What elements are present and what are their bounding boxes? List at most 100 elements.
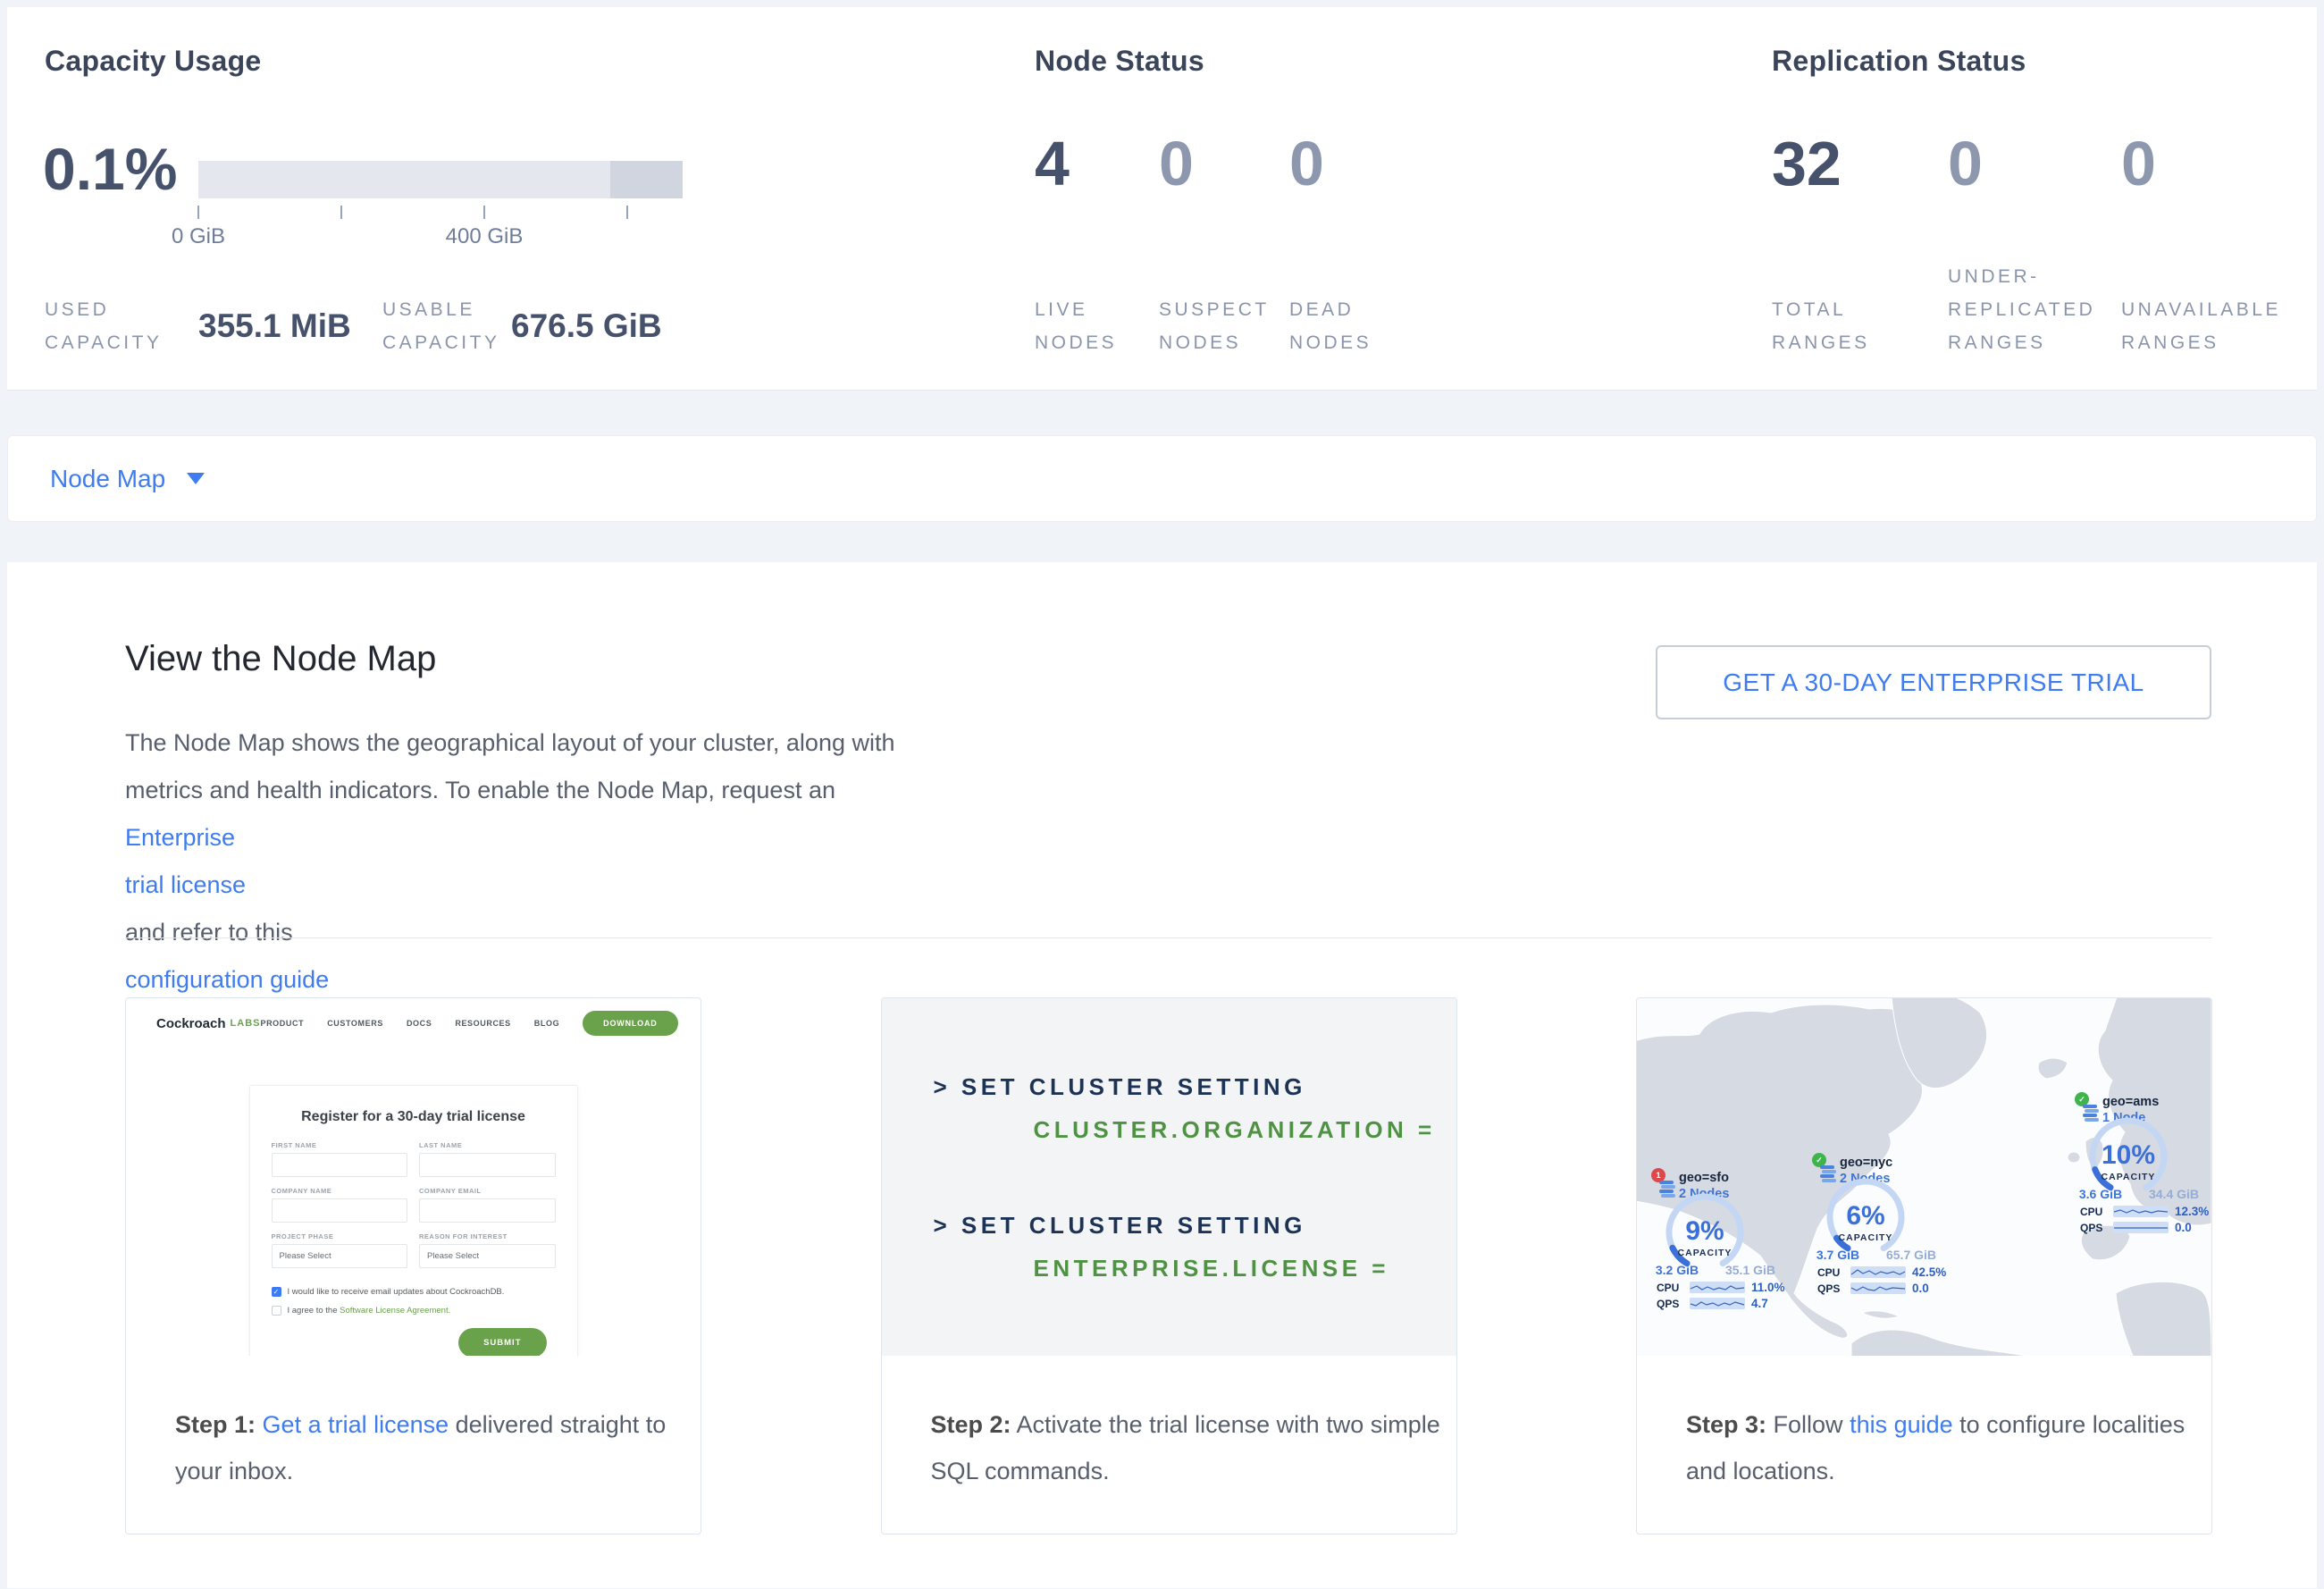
minisite-nav-blog[interactable]: BLOG [534,1019,559,1028]
total-capacity: 65.7 GiB [1871,1248,1951,1262]
step2-prefix: Step 2: [931,1411,1011,1438]
minisite-nav-product[interactable]: PRODUCT [260,1019,304,1028]
under-replicated-ranges-label: UNDER-REPLICATED RANGES [1948,260,2122,359]
step2-card: > SET CLUSTER SETTING CLUSTER.ORGANIZATI… [881,997,1457,1534]
qps-sparkline [2113,1222,2169,1233]
company-email-field[interactable] [419,1198,556,1223]
minisite-nav-docs[interactable]: DOCS [407,1019,432,1028]
cpu-sparkline [1850,1266,1906,1278]
submit-button[interactable]: SUBMIT [458,1328,546,1356]
node-locality: geo=sfo [1679,1171,1729,1185]
sql-command-1: > SET CLUSTER SETTING [934,1073,1306,1101]
sql-command-2: > SET CLUSTER SETTING [934,1212,1306,1240]
software-license-agreement-link[interactable]: Software License Agreement. [340,1306,450,1316]
capacity-percent: 9% [1685,1216,1724,1246]
intro-line3-text: and refer to this [125,909,1010,956]
company-name-field[interactable] [272,1198,408,1223]
step1-thumbnail: Cockroach LABS PRODUCT CUSTOMERS DOCS RE… [126,998,701,1356]
capacity-label: CAPACITY [1678,1248,1733,1258]
company-name-label: COMPANY NAME [272,1187,408,1195]
cpu-value: 11.0% [1751,1281,1785,1294]
minisite-download-button[interactable]: DOWNLOAD [583,1011,677,1036]
used-capacity: 3.2 GiB [1646,1263,1708,1277]
suspect-nodes-label: SUSPECT NODES [1159,293,1275,359]
license-agreement-checkbox[interactable] [272,1306,281,1316]
get-trial-license-link[interactable]: Get a trial license [263,1411,449,1438]
cpu-value: 42.5% [1912,1265,1946,1279]
enterprise-trial-license-link2[interactable]: trial license [125,862,1010,909]
live-nodes-value: 4 [1035,132,1070,195]
cpu-label: CPU [1657,1282,1683,1294]
step3-caption: Step 3: Follow this guide to configure l… [1637,1356,2204,1494]
step2-thumbnail: > SET CLUSTER SETTING CLUSTER.ORGANIZATI… [882,998,1456,1356]
cpu-label: CPU [1817,1266,1844,1279]
minisite-nav: PRODUCT CUSTOMERS DOCS RESOURCES BLOG [260,1019,559,1028]
capacity-bar [198,161,683,198]
reason-for-interest-label: REASON FOR INTEREST [419,1232,556,1240]
cpu-value: 12.3% [2175,1205,2209,1218]
company-email-label: COMPANY EMAIL [419,1187,556,1195]
last-name-field[interactable] [419,1153,556,1177]
last-name-label: LAST NAME [419,1141,556,1149]
step1-card: Cockroach LABS PRODUCT CUSTOMERS DOCS RE… [125,997,701,1534]
step3-thumbnail: 1 geo=sfo 2 Nodes 9% CAPACITY 3.2 GiB 35… [1637,998,2211,1356]
qps-value: 0.0 [1912,1282,1929,1295]
trial-license-form: Register for a 30-day trial license FIRS… [249,1085,578,1356]
chevron-down-icon[interactable] [187,473,205,484]
enterprise-trial-license-link[interactable]: Enterprise [125,814,1010,862]
capacity-tick-label-400: 400 GiB [429,224,540,249]
step3-prefix: Step 3: [1686,1411,1766,1438]
qps-value: 4.7 [1751,1297,1768,1310]
usable-capacity-value: 676.5 GiB [511,307,662,345]
qps-label: QPS [1817,1282,1844,1295]
email-updates-checkbox[interactable]: ✓ [272,1287,281,1297]
capacity-tick-label-0: 0 GiB [143,224,254,249]
minisite-nav-customers[interactable]: CUSTOMERS [327,1019,383,1028]
used-capacity: 3.7 GiB [1807,1248,1869,1262]
reason-for-interest-select[interactable]: Please Select [419,1244,556,1268]
minisite-logo-labs: LABS [231,1018,261,1029]
capacity-percent: 0.1% [43,139,177,198]
first-name-label: FIRST NAME [272,1141,408,1149]
dead-nodes-label: DEAD NODES [1289,293,1388,359]
axis-tick [626,206,628,219]
usable-capacity-label: USABLE CAPACITY [382,293,503,359]
node-locality: geo=nyc [1840,1156,1892,1170]
suspect-nodes-value: 0 [1159,132,1194,195]
qps-sparkline [1850,1282,1906,1294]
axis-tick [483,206,485,219]
total-ranges-label: TOTAL RANGES [1772,293,1897,359]
step1-prefix: Step 1: [175,1411,256,1438]
unavailable-ranges-value: 0 [2121,132,2156,195]
intro-line1: The Node Map shows the geographical layo… [125,719,1010,767]
project-phase-select[interactable]: Please Select [272,1244,408,1268]
license-agreement-text: I agree to the [288,1306,340,1316]
steps-row: Cockroach LABS PRODUCT CUSTOMERS DOCS RE… [125,997,2212,1534]
intro-line2-text: metrics and health indicators. To enable… [125,767,1010,814]
minisite-nav-resources[interactable]: RESOURCES [455,1019,510,1028]
capacity-percent: 10% [2102,1140,2155,1170]
this-guide-link[interactable]: this guide [1850,1411,1953,1438]
unavailable-ranges-label: UNAVAILABLE RANGES [2121,293,2304,359]
capacity-label: CAPACITY [2102,1172,2156,1182]
node-status-title: Node Status [1035,45,1204,78]
qps-value: 0.0 [2175,1221,2192,1234]
dead-nodes-value: 0 [1289,132,1324,195]
live-nodes-label: LIVE NODES [1035,293,1133,359]
node-map-dropdown[interactable]: Node Map [50,465,165,493]
total-capacity: 34.4 GiB [2134,1187,2211,1201]
cpu-sparkline [2113,1206,2169,1217]
used-capacity-label: USED CAPACITY [45,293,156,359]
capacity-usage-title: Capacity Usage [45,45,262,78]
axis-tick [197,206,199,219]
axis-tick [340,206,342,219]
license-agreement-label: I agree to the Software License Agreemen… [288,1306,451,1316]
sql-arg-2: ENTERPRISE.LICENSE = [1034,1255,1389,1282]
qps-label: QPS [2080,1222,2107,1234]
sql-arg-1: CLUSTER.ORGANIZATION = [1034,1116,1436,1144]
first-name-field[interactable] [272,1153,408,1177]
qps-label: QPS [1657,1298,1683,1310]
page-title: View the Node Map [125,639,436,679]
capacity-label: CAPACITY [1839,1232,1893,1243]
get-enterprise-trial-button[interactable]: GET A 30-DAY ENTERPRISE TRIAL [1656,645,2211,719]
